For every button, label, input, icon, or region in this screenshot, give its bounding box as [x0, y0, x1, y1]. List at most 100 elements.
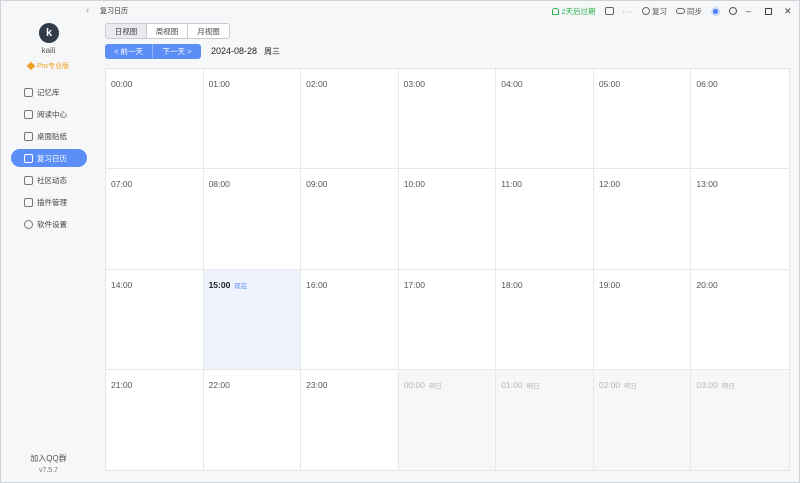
hour-label: 17:00 — [403, 279, 425, 290]
tab-day-view[interactable]: 日视图 — [106, 24, 147, 38]
hour-cell[interactable]: 13:00 — [691, 169, 789, 270]
hour-cell[interactable]: 09:00 — [301, 169, 399, 270]
hour-cell[interactable]: 07:00 — [106, 169, 204, 270]
minimize-icon[interactable]: – — [746, 6, 756, 16]
view-tabs: 日视图 周视图 月视图 — [105, 23, 230, 39]
sidebar-item-community[interactable]: 社区动态 — [11, 171, 87, 189]
hour-label: 00:00 — [111, 79, 133, 89]
tomorrow-tag: 明日 — [721, 382, 735, 390]
collapse-sidebar-icon[interactable]: ‹ — [86, 5, 89, 16]
review-button[interactable]: 复习 — [642, 6, 667, 17]
hour-grid: 00:00 01:00 02:00 03:00 04:00 05:00 06:00 07:00… — [105, 68, 790, 471]
hour-cell[interactable]: 19:00 — [593, 269, 692, 370]
hour-cell[interactable]: 02:00 明日 — [593, 369, 692, 470]
hour-cell[interactable]: 14:00 — [106, 269, 204, 370]
plugin-icon — [24, 197, 33, 207]
expire-notice[interactable]: 2天后过期 — [552, 6, 596, 17]
tab-week-view[interactable]: 周视图 — [147, 24, 188, 38]
sidebar-item-label: 桌面贴纸 — [37, 131, 67, 141]
sidebar-item-label: 阅读中心 — [37, 109, 67, 119]
previous-day-button[interactable]: < 前一天 — [105, 44, 153, 59]
hour-cell[interactable]: 12:00 — [593, 169, 692, 270]
hour-cell[interactable]: 18:00 — [496, 269, 594, 370]
hour-label: 02:00 — [598, 379, 621, 390]
topbar-actions: 2天后过期 ··· 复习 同步 – ✕ — [543, 4, 794, 18]
sidebar-item-reading[interactable]: 阅读中心 — [11, 105, 87, 123]
now-tag: 现在 — [234, 282, 248, 290]
hour-cell[interactable]: 04:00 — [496, 69, 594, 170]
sidebar-item-label: 插件管理 — [37, 197, 67, 207]
hour-cell[interactable]: 03:00 明日 — [691, 369, 789, 470]
hour-cell[interactable]: 00:00 — [106, 69, 204, 170]
username: kaili — [41, 46, 56, 55]
maximize-icon — [765, 7, 772, 15]
topbar: 复习日历 2天后过期 ··· 复习 同步 – ✕ — [96, 2, 800, 20]
hour-label: 13:00 — [696, 179, 718, 190]
hour-cell[interactable]: 20:00 — [691, 270, 789, 370]
search-button[interactable] — [729, 7, 737, 15]
hour-cell[interactable]: 22:00 — [204, 369, 302, 470]
sticker-icon — [24, 131, 33, 141]
hour-cell[interactable]: 06:00 — [691, 69, 789, 170]
sync-button[interactable]: 同步 — [676, 6, 702, 17]
hour-label: 21:00 — [111, 379, 133, 390]
tomorrow-tag: 明日 — [624, 382, 638, 390]
hour-cell[interactable]: 08:00 — [203, 169, 302, 270]
memory-icon — [24, 87, 33, 97]
sidebar-item-memory[interactable]: 记忆库 — [11, 83, 87, 101]
hour-label: 15:00 — [208, 279, 231, 290]
avatar[interactable]: k — [39, 23, 59, 43]
hour-label: 02:00 — [306, 79, 328, 89]
settings-icon — [24, 219, 33, 229]
more-icon[interactable]: ··· — [623, 7, 634, 16]
search-icon — [729, 7, 737, 15]
hour-cell[interactable]: 01:00 明日 — [496, 369, 594, 470]
hour-cell[interactable]: 03:00 — [398, 69, 497, 170]
reading-icon — [24, 109, 33, 119]
sidebar-item-sticker[interactable]: 桌面贴纸 — [11, 127, 87, 145]
sidebar-item-plugins[interactable]: 插件管理 — [11, 193, 87, 211]
hour-label: 18:00 — [501, 279, 523, 290]
hour-label: 01:00 — [208, 79, 230, 89]
sidebar-item-label: 记忆库 — [37, 87, 60, 97]
hour-cell[interactable]: 10:00 — [398, 169, 497, 270]
hour-cell[interactable]: 00:00 明日 — [398, 369, 497, 470]
page-title: 复习日历 — [100, 8, 128, 15]
hour-cell[interactable]: 02:00 — [301, 69, 399, 170]
current-weekday: 周三 — [264, 47, 280, 56]
hour-cell[interactable]: 01:00 — [203, 69, 302, 170]
hour-label: 06:00 — [696, 79, 718, 89]
next-day-button[interactable]: 下一天 > — [153, 44, 201, 59]
date-navigation: < 前一天 下一天 > — [105, 44, 201, 59]
sidebar-item-label: 复习日历 — [37, 153, 67, 163]
close-icon[interactable]: ✕ — [784, 6, 794, 16]
join-qq-group-link[interactable]: 加入QQ群 — [2, 453, 95, 464]
hour-label: 01:00 — [501, 379, 523, 390]
hour-cell[interactable]: 05:00 — [593, 69, 692, 170]
hour-cell[interactable]: 23:00 — [301, 369, 399, 470]
calendar-icon — [24, 153, 33, 163]
hour-label: 03:00 — [403, 79, 425, 89]
hour-label: 03:00 — [696, 379, 718, 390]
hour-cell[interactable]: 17:00 — [398, 269, 497, 370]
expire-text: 2天后过期 — [561, 6, 596, 16]
cart-button[interactable] — [604, 7, 614, 15]
version-label: v7.5.7 — [38, 467, 59, 474]
hour-label: 12:00 — [598, 179, 621, 190]
app-window: ‹ k kaili Pro专业版 记忆库 阅读中心 桌面贴纸 复习日历 社区动态… — [0, 0, 800, 483]
hour-label: 20:00 — [696, 279, 718, 290]
hour-cell[interactable]: 21:00 — [106, 369, 204, 470]
sidebar-item-settings[interactable]: 软件设置 — [11, 215, 87, 233]
alarm-icon — [642, 7, 650, 15]
status-button[interactable] — [711, 6, 720, 16]
tab-month-view[interactable]: 月视图 — [188, 24, 229, 38]
hour-label: 04:00 — [501, 79, 523, 89]
hour-cell[interactable]: 16:00 — [301, 269, 399, 370]
maximize-button[interactable] — [765, 7, 775, 15]
hour-cell[interactable]: 15:00 现在 — [203, 269, 302, 370]
tomorrow-tag: 明日 — [428, 382, 442, 390]
tomorrow-tag: 明日 — [526, 382, 540, 390]
sidebar-item-calendar[interactable]: 复习日历 — [11, 149, 87, 167]
hour-cell[interactable]: 11:00 — [496, 169, 594, 270]
pro-badge[interactable]: Pro专业版 — [2, 61, 95, 71]
